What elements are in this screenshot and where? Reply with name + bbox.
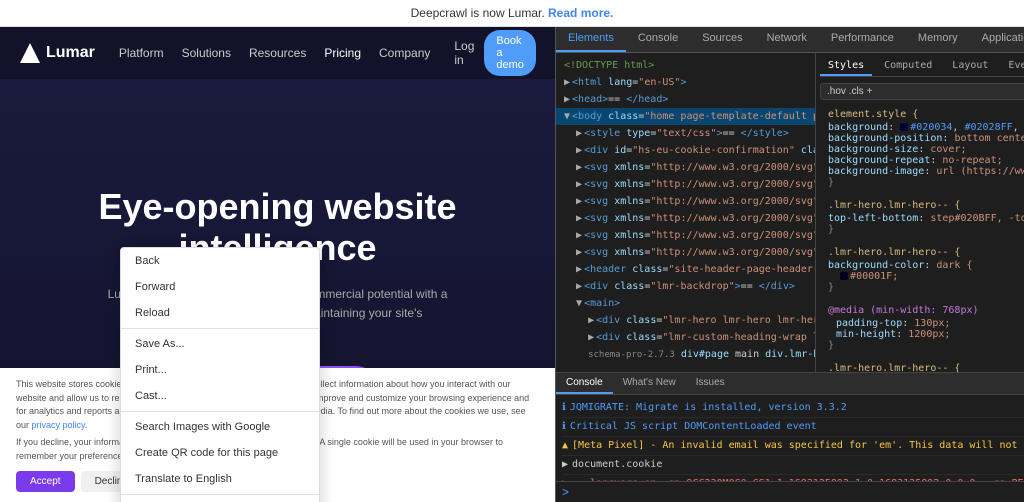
html-line: <!DOCTYPE html> xyxy=(556,57,815,74)
html-line-selected[interactable]: ▼<body class="home page-template-default… xyxy=(556,108,815,125)
nav-company[interactable]: Company xyxy=(379,46,430,60)
html-line: ▶<svg xmlns="http://www.w3.org/2000/svg"… xyxy=(556,210,815,227)
notification-link[interactable]: Read more. xyxy=(548,6,613,20)
nav-resources[interactable]: Resources xyxy=(249,46,306,60)
html-line: ▶<div class="lmr-custom-heading-wrap lmr… xyxy=(556,329,815,346)
style-filter-bar[interactable] xyxy=(820,83,1024,100)
context-reload[interactable]: Reload xyxy=(121,300,319,326)
context-save-as[interactable]: Save As... xyxy=(121,331,319,357)
site-logo[interactable]: Lumar xyxy=(20,43,95,63)
context-print[interactable]: Print... xyxy=(121,357,319,383)
context-divider-2 xyxy=(121,411,319,412)
html-line: ▶<div class="lmr-hero lmr-hero lmr-hero-… xyxy=(556,312,815,329)
html-line: ▶<svg xmlns="http://www.w3.org/2000/svg"… xyxy=(556,176,815,193)
context-search-images[interactable]: Search Images with Google xyxy=(121,414,319,440)
privacy-policy-link[interactable]: privacy policy xyxy=(32,420,85,430)
notification-bar: Deepcrawl is now Lumar. Read more. xyxy=(0,0,1024,27)
html-line: ▶<style type="text/css">== </style> xyxy=(556,125,815,142)
console-line-warn: ▲[Meta Pixel] - An invalid email was spe… xyxy=(562,437,1024,456)
styles-panel[interactable]: Styles Computed Layout Event Listeners e… xyxy=(816,53,1024,372)
html-line: ▶<div id="hs-eu-cookie-confirmation" cla… xyxy=(556,142,815,159)
style-rule-lmr-hero: .lmr-hero.lmr-hero-- {stylesheet:000591:… xyxy=(820,197,1024,238)
event-listeners-tab[interactable]: Event Listeners xyxy=(1000,57,1024,76)
site-nav-links: Platform Solutions Resources Pricing Com… xyxy=(119,46,430,60)
style-rule-lmr-hero-2: .lmr-hero.lmr-hero-- {stylesheet:000591:… xyxy=(820,244,1024,296)
notification-text: Deepcrawl is now Lumar. xyxy=(411,6,545,20)
html-line: ▶<svg xmlns="http://www.w3.org/2000/svg"… xyxy=(556,159,815,176)
console-line: ℹJQMIGRATE: Migrate is installed, versio… xyxy=(562,399,1024,418)
devtools-tabs: Elements Console Sources Network Perform… xyxy=(556,27,1024,53)
html-line: ▼<main> xyxy=(556,295,815,312)
style-rule-media: @media (min-width: 768px)stylesheet:0005… xyxy=(820,302,1024,354)
context-view-source[interactable]: View Page Source xyxy=(121,497,319,502)
html-line: ▶<head>== </head> xyxy=(556,91,815,108)
nav-pricing[interactable]: Pricing xyxy=(324,46,361,60)
nav-platform[interactable]: Platform xyxy=(119,46,164,60)
html-line: ▶<html lang="en-US"> xyxy=(556,74,815,91)
context-qr[interactable]: Create QR code for this page xyxy=(121,440,319,466)
context-back[interactable]: Back xyxy=(121,248,319,274)
devtools-panel: Elements Console Sources Network Perform… xyxy=(555,27,1024,502)
console-output[interactable]: ℹJQMIGRATE: Migrate is installed, versio… xyxy=(556,395,1024,481)
context-translate[interactable]: Translate to English xyxy=(121,466,319,492)
console-input[interactable] xyxy=(573,487,1024,498)
accept-button[interactable]: Accept xyxy=(16,471,75,492)
nav-solutions[interactable]: Solutions xyxy=(182,46,231,60)
html-line: ▶<svg xmlns="http://www.w3.org/2000/svg"… xyxy=(556,244,815,261)
style-rule-element: element.style { background: #020034, #02… xyxy=(820,106,1024,191)
context-forward[interactable]: Forward xyxy=(121,274,319,300)
tab-performance[interactable]: Performance xyxy=(819,27,906,52)
logo-text: Lumar xyxy=(46,44,95,62)
console-line: ℹCritical JS script DOMContentLoaded eve… xyxy=(562,418,1024,437)
tab-application[interactable]: Application xyxy=(970,27,1024,52)
site-nav: Lumar Platform Solutions Resources Prici… xyxy=(0,27,555,79)
layout-tab[interactable]: Layout xyxy=(944,57,996,76)
console-prompt: > xyxy=(562,485,569,499)
html-panel[interactable]: <!DOCTYPE html> ▶<html lang="en-US"> ▶<h… xyxy=(556,53,816,372)
devtools-bottom: Console What's New Issues 🚫 Filter Defau… xyxy=(556,372,1024,502)
computed-tab[interactable]: Computed xyxy=(876,57,940,76)
bottom-tab-whatsnew[interactable]: What's New xyxy=(613,373,686,394)
bottom-tabs: Console What's New Issues 🚫 Filter Defau… xyxy=(556,373,1024,395)
html-line: schema-pro-2.7.3 div#page main div.lmr-h… xyxy=(556,346,815,364)
bottom-tab-issues[interactable]: Issues xyxy=(686,373,735,394)
console-line: ▶document.cookie xyxy=(562,456,1024,475)
html-line: ▶<svg xmlns="http://www.w3.org/2000/svg"… xyxy=(556,227,815,244)
context-divider-1 xyxy=(121,328,319,329)
context-cast[interactable]: Cast... xyxy=(121,383,319,409)
html-line: ▶<header class="site-header-page-header-… xyxy=(556,261,815,278)
style-rule-lmr-hero-3: .lmr-hero.lmr-hero-- {stylesheet:000591:… xyxy=(820,360,1024,372)
tab-console[interactable]: Console xyxy=(626,27,690,52)
context-divider-3 xyxy=(121,494,319,495)
tab-memory[interactable]: Memory xyxy=(906,27,970,52)
demo-button[interactable]: Book a demo xyxy=(484,30,536,76)
tab-sources[interactable]: Sources xyxy=(690,27,754,52)
style-panel-tabs: Styles Computed Layout Event Listeners xyxy=(820,57,1024,77)
login-button[interactable]: Log in xyxy=(454,39,474,67)
html-line: ▶<div class="lmr-backdrop">== </div> xyxy=(556,278,815,295)
console-input-row: > xyxy=(556,481,1024,502)
styles-tab[interactable]: Styles xyxy=(820,57,872,76)
style-selector: element.style { xyxy=(828,109,1024,120)
website-preview: Lumar Platform Solutions Resources Prici… xyxy=(0,27,555,502)
logo-icon xyxy=(20,43,40,63)
site-nav-actions: Log in Book a demo xyxy=(454,30,536,76)
context-menu: Back Forward Reload Save As... Print... … xyxy=(120,247,320,502)
html-line: ▶<svg xmlns="http://www.w3.org/2000/svg"… xyxy=(556,193,815,210)
main-area: Lumar Platform Solutions Resources Prici… xyxy=(0,27,1024,502)
bottom-tab-console[interactable]: Console xyxy=(556,373,613,394)
tab-network[interactable]: Network xyxy=(755,27,819,52)
style-filter-input[interactable] xyxy=(827,86,1024,97)
tab-elements[interactable]: Elements xyxy=(556,27,626,52)
devtools-main: <!DOCTYPE html> ▶<html lang="en-US"> ▶<h… xyxy=(556,53,1024,372)
